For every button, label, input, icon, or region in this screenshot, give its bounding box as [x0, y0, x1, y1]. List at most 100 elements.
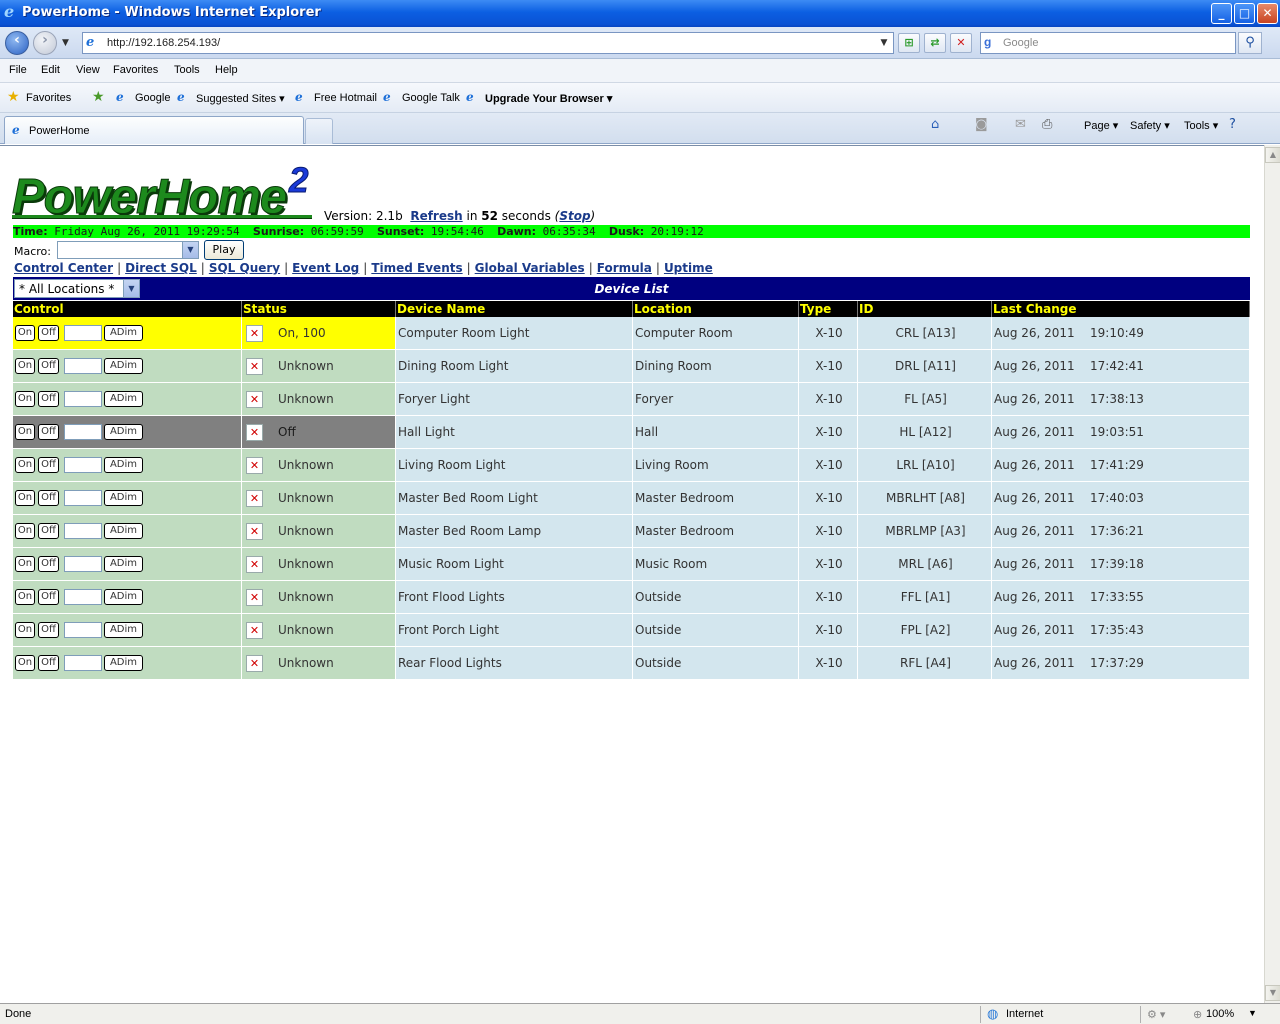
- adim-button[interactable]: ADim: [104, 358, 143, 374]
- on-button[interactable]: On: [15, 490, 35, 506]
- play-button[interactable]: Play: [204, 240, 244, 260]
- address-dropdown-icon[interactable]: ▼: [877, 35, 891, 51]
- menu-help[interactable]: Help: [215, 64, 238, 76]
- on-button[interactable]: On: [15, 622, 35, 638]
- refresh-link[interactable]: Refresh: [410, 209, 462, 223]
- on-button[interactable]: On: [15, 457, 35, 473]
- off-button[interactable]: Off: [38, 556, 59, 572]
- adim-button[interactable]: ADim: [104, 424, 143, 440]
- dim-level-input[interactable]: [64, 424, 102, 440]
- fav-link-suggested-sites[interactable]: Suggested Sites ▾: [196, 92, 285, 105]
- rss-icon[interactable]: ◙: [975, 117, 988, 132]
- menu-favorites[interactable]: Favorites: [113, 64, 158, 76]
- history-dropdown-icon[interactable]: ▼: [62, 38, 69, 48]
- off-button[interactable]: Off: [38, 325, 59, 341]
- adim-button[interactable]: ADim: [104, 622, 143, 638]
- on-button[interactable]: On: [15, 556, 35, 572]
- address-field[interactable]: e http://192.168.254.193/ ▼: [82, 32, 894, 54]
- protected-mode-icon[interactable]: ⚙ ▾: [1147, 1008, 1165, 1021]
- adim-button[interactable]: ADim: [104, 556, 143, 572]
- help-icon[interactable]: ?: [1229, 117, 1236, 132]
- dim-level-input[interactable]: [64, 490, 102, 506]
- menu-edit[interactable]: Edit: [41, 64, 60, 76]
- safety-menu-button[interactable]: Safety ▾: [1130, 119, 1170, 132]
- link-global-variables[interactable]: Global Variables: [475, 261, 585, 275]
- back-icon[interactable]: ‹: [5, 31, 29, 55]
- dim-level-input[interactable]: [64, 457, 102, 473]
- dim-level-input[interactable]: [64, 622, 102, 638]
- minimize-button[interactable]: _: [1211, 3, 1232, 24]
- link-sql-query[interactable]: SQL Query: [209, 261, 280, 275]
- page-menu-button[interactable]: Page ▾: [1084, 119, 1118, 132]
- new-tab-button[interactable]: [305, 118, 333, 144]
- off-button[interactable]: Off: [38, 655, 59, 671]
- status-x-icon[interactable]: ✕: [246, 523, 263, 540]
- forward-icon[interactable]: ›: [33, 31, 57, 55]
- close-button[interactable]: ✕: [1257, 3, 1278, 24]
- status-x-icon[interactable]: ✕: [246, 424, 263, 441]
- link-direct-sql[interactable]: Direct SQL: [125, 261, 197, 275]
- dim-level-input[interactable]: [64, 391, 102, 407]
- address-url[interactable]: http://192.168.254.193/: [107, 37, 220, 49]
- menu-view[interactable]: View: [76, 64, 100, 76]
- adim-button[interactable]: ADim: [104, 490, 143, 506]
- fav-link-free-hotmail[interactable]: Free Hotmail: [314, 92, 377, 104]
- zoom-dropdown-icon[interactable]: ▼: [1248, 1008, 1257, 1018]
- scroll-up-icon[interactable]: ▲: [1265, 147, 1280, 163]
- status-x-icon[interactable]: ✕: [246, 622, 263, 639]
- adim-button[interactable]: ADim: [104, 325, 143, 341]
- maximize-button[interactable]: □: [1234, 3, 1255, 24]
- on-button[interactable]: On: [15, 655, 35, 671]
- menu-tools[interactable]: Tools: [174, 64, 200, 76]
- menu-file[interactable]: File: [9, 64, 27, 76]
- status-x-icon[interactable]: ✕: [246, 325, 263, 342]
- chevron-down-icon[interactable]: ▼: [123, 280, 139, 297]
- off-button[interactable]: Off: [38, 424, 59, 440]
- off-button[interactable]: Off: [38, 391, 59, 407]
- off-button[interactable]: Off: [38, 490, 59, 506]
- on-button[interactable]: On: [15, 391, 35, 407]
- fav-link-google-talk[interactable]: Google Talk: [402, 92, 460, 104]
- off-button[interactable]: Off: [38, 358, 59, 374]
- scroll-down-icon[interactable]: ▼: [1265, 985, 1280, 1001]
- vertical-scrollbar[interactable]: ▲ ▼: [1264, 145, 1280, 1003]
- favorites-star-icon[interactable]: ★: [7, 89, 20, 105]
- status-x-icon[interactable]: ✕: [246, 391, 263, 408]
- on-button[interactable]: On: [15, 424, 35, 440]
- mail-icon[interactable]: ✉: [1015, 117, 1026, 132]
- off-button[interactable]: Off: [38, 622, 59, 638]
- fav-link-google[interactable]: Google: [135, 92, 170, 104]
- chevron-down-icon[interactable]: ▼: [182, 242, 198, 258]
- dim-level-input[interactable]: [64, 523, 102, 539]
- adim-button[interactable]: ADim: [104, 655, 143, 671]
- status-x-icon[interactable]: ✕: [246, 589, 263, 606]
- status-x-icon[interactable]: ✕: [246, 556, 263, 573]
- dim-level-input[interactable]: [64, 589, 102, 605]
- on-button[interactable]: On: [15, 325, 35, 341]
- refresh-icon[interactable]: ⇄: [924, 33, 946, 53]
- status-x-icon[interactable]: ✕: [246, 358, 263, 375]
- security-zone[interactable]: Internet: [1006, 1008, 1043, 1020]
- dim-level-input[interactable]: [64, 325, 102, 341]
- status-x-icon[interactable]: ✕: [246, 490, 263, 507]
- off-button[interactable]: Off: [38, 589, 59, 605]
- add-favorite-icon[interactable]: ★: [92, 89, 105, 105]
- stop-icon[interactable]: ✕: [950, 33, 972, 53]
- tab-powerhome[interactable]: e PowerHome: [4, 116, 304, 144]
- adim-button[interactable]: ADim: [104, 523, 143, 539]
- adim-button[interactable]: ADim: [104, 589, 143, 605]
- link-timed-events[interactable]: Timed Events: [371, 261, 462, 275]
- link-uptime[interactable]: Uptime: [664, 261, 713, 275]
- dim-level-input[interactable]: [64, 556, 102, 572]
- location-filter-select[interactable]: * All Locations * ▼: [14, 279, 140, 298]
- stop-link[interactable]: Stop: [559, 209, 590, 223]
- macro-select[interactable]: ▼: [57, 241, 199, 259]
- link-control-center[interactable]: Control Center: [14, 261, 113, 275]
- home-icon[interactable]: ⌂: [931, 117, 939, 132]
- off-button[interactable]: Off: [38, 523, 59, 539]
- search-input[interactable]: g Google: [980, 32, 1236, 54]
- off-button[interactable]: Off: [38, 457, 59, 473]
- tools-menu-button[interactable]: Tools ▾: [1184, 119, 1218, 132]
- dim-level-input[interactable]: [64, 358, 102, 374]
- link-event-log[interactable]: Event Log: [292, 261, 359, 275]
